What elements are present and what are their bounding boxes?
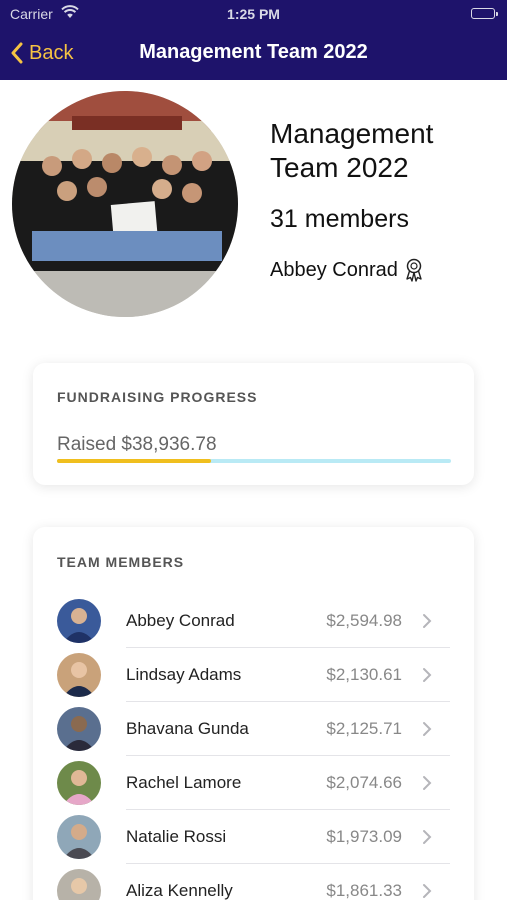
chevron-right-icon (423, 614, 432, 628)
member-name: Natalie Rossi (126, 827, 227, 846)
member-name: Lindsay Adams (126, 665, 242, 684)
avatar (57, 815, 101, 859)
status-bar: Carrier 1:25 PM (0, 0, 507, 28)
captain-name: Abbey Conrad (270, 258, 398, 281)
member-amount: $2,125.71 (326, 719, 402, 738)
chevron-right-icon (423, 830, 432, 844)
chevron-right-icon (423, 776, 432, 790)
avatar (57, 761, 101, 805)
member-amount: $2,074.66 (326, 773, 402, 792)
avatar (57, 599, 101, 643)
fundraising-card: FUNDRAISING PROGRESS Raised $38,936.78 (33, 363, 474, 485)
award-ribbon-icon (406, 258, 422, 282)
team-captain: Abbey Conrad (270, 258, 424, 282)
member-row[interactable]: Abbey Conrad $2,594.98 (33, 594, 474, 648)
member-amount: $2,130.61 (326, 665, 402, 684)
member-amount: $1,861.33 (326, 881, 402, 900)
member-row[interactable]: Bhavana Gunda $2,125.71 (33, 702, 474, 756)
member-name: Rachel Lamore (126, 773, 242, 792)
avatar (57, 653, 101, 697)
nav-title: Management Team 2022 (139, 41, 368, 63)
progress-fill (57, 459, 211, 463)
team-page: Management Team 2022 31 members Abbey Co… (0, 80, 507, 900)
member-count: 31 members (270, 205, 409, 233)
member-name: Bhavana Gunda (126, 719, 249, 738)
member-amount: $2,594.98 (326, 611, 402, 630)
fundraising-progress-bar (57, 459, 451, 463)
member-name: Aliza Kennelly (126, 881, 233, 900)
navigation-bar: Back Management Team 2022 (0, 28, 507, 80)
member-row[interactable]: Lindsay Adams $2,130.61 (33, 648, 474, 702)
team-members-heading: TEAM MEMBERS (57, 554, 185, 570)
member-name: Abbey Conrad (126, 611, 235, 630)
member-row[interactable]: Aliza Kennelly $1,861.33 (33, 864, 474, 900)
team-name: Management Team 2022 (270, 118, 434, 183)
chevron-right-icon (423, 722, 432, 736)
fundraising-heading: FUNDRAISING PROGRESS (57, 389, 258, 405)
member-row[interactable]: Natalie Rossi $1,973.09 (33, 810, 474, 864)
clock: 1:25 PM (227, 6, 280, 22)
chevron-right-icon (423, 668, 432, 682)
raised-amount: Raised $38,936.78 (57, 434, 217, 455)
battery-icon (471, 8, 498, 19)
member-list: Abbey Conrad $2,594.98 Lindsay Adams $2,… (33, 594, 474, 900)
team-photo (12, 91, 238, 317)
avatar (57, 707, 101, 751)
chevron-right-icon (423, 884, 432, 898)
member-amount: $1,973.09 (326, 827, 402, 846)
avatar (57, 869, 101, 900)
member-row[interactable]: Rachel Lamore $2,074.66 (33, 756, 474, 810)
team-members-card: TEAM MEMBERS Abbey Conrad $2,594.98 Lind… (33, 527, 474, 900)
